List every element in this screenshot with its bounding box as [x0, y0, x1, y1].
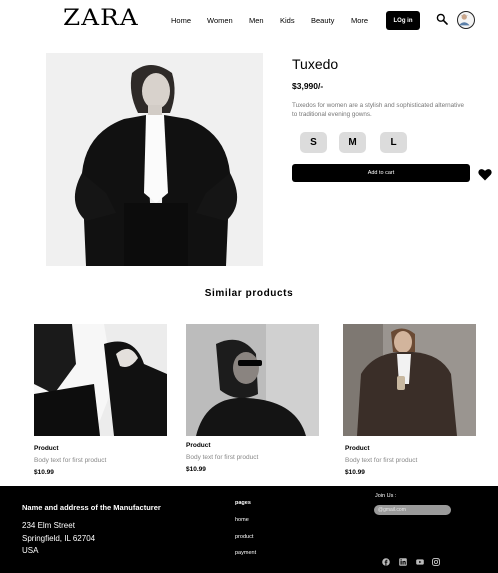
product-photo [46, 53, 263, 266]
similar-product-image[interactable] [343, 324, 476, 436]
similar-product-price: $10.99 [186, 466, 206, 473]
footer-link-payment[interactable]: payment [235, 550, 256, 556]
add-to-cart-button[interactable]: Add to cart [292, 164, 470, 182]
similar-product-price: $10.99 [34, 469, 54, 476]
facebook-icon[interactable] [382, 558, 390, 566]
nav-home[interactable]: Home [171, 16, 191, 25]
similar-product-photo [186, 324, 319, 436]
similar-product-photo [34, 324, 167, 436]
size-l-button[interactable]: L [380, 132, 407, 153]
product-title: Tuxedo [292, 56, 339, 72]
size-m-button[interactable]: M [339, 132, 366, 153]
email-field[interactable] [374, 505, 451, 515]
footer-link-product[interactable]: product [235, 534, 253, 540]
similar-products-heading: Similar products [204, 288, 294, 299]
instagram-icon[interactable] [432, 558, 440, 566]
similar-product-photo [343, 324, 476, 436]
manufacturer-heading: Name and address of the Manufacturer [22, 503, 161, 512]
similar-product-name[interactable]: Product [345, 445, 370, 452]
site-footer: Name and address of the Manufacturer 234… [0, 486, 498, 573]
brand-logo[interactable]: ZARA [63, 6, 139, 31]
youtube-icon[interactable] [416, 558, 424, 566]
similar-product-name[interactable]: Product [34, 445, 59, 452]
similar-product-image[interactable] [186, 324, 319, 436]
footer-link-home[interactable]: home [235, 517, 249, 523]
address-line: USA [22, 546, 39, 555]
similar-product-body: Body text for first product [186, 454, 259, 461]
address-line: 234 Elm Street [22, 521, 75, 530]
avatar[interactable] [457, 11, 475, 29]
size-s-button[interactable]: S [300, 132, 327, 153]
nav-kids[interactable]: Kids [280, 16, 295, 25]
product-image [46, 53, 263, 266]
nav-men[interactable]: Men [249, 16, 264, 25]
join-us-label: Join Us : [375, 493, 397, 499]
similar-product-body: Body text for first product [345, 457, 418, 464]
product-description: Tuxedos for women are a stylish and soph… [292, 102, 464, 119]
nav-more[interactable]: More [351, 16, 368, 25]
login-button[interactable]: LOg in [386, 11, 420, 30]
linkedin-icon[interactable] [399, 558, 407, 566]
nav-beauty[interactable]: Beauty [311, 16, 334, 25]
pages-heading: pages [235, 500, 251, 506]
nav-women[interactable]: Women [207, 16, 233, 25]
similar-product-image[interactable] [34, 324, 167, 436]
address-line: Springfield, IL 62704 [22, 534, 96, 543]
heart-icon[interactable] [478, 168, 492, 181]
similar-product-name[interactable]: Product [186, 442, 211, 449]
search-icon[interactable] [436, 13, 448, 25]
similar-product-price: $10.99 [345, 469, 365, 476]
product-price: $3,990/- [292, 81, 324, 91]
site-header: ZARA Home Women Men Kids Beauty More LOg… [0, 0, 498, 42]
similar-product-body: Body text for first product [34, 457, 107, 464]
